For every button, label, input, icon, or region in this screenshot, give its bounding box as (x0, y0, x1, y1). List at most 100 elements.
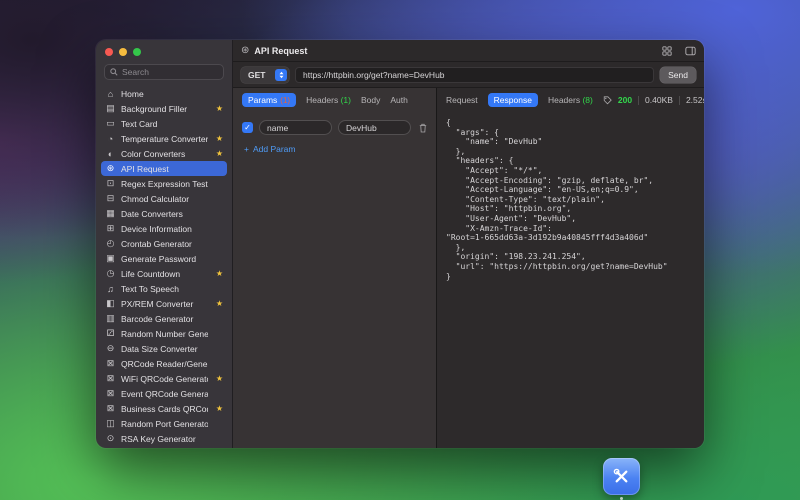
request-editor-pane: Params (1) Headers (1) Body Auth ✓ (233, 88, 436, 448)
zoom-window-button[interactable] (133, 48, 141, 56)
qrcode-icon: ⊠ (105, 358, 116, 369)
response-size: 0.40KB (645, 95, 673, 105)
search-field[interactable] (104, 64, 224, 80)
response-body[interactable]: { "args": { "name": "DevHub" }, "headers… (437, 112, 704, 448)
request-content: Params (1) Headers (1) Body Auth ✓ (233, 88, 704, 448)
sidebar-item-temperature-converter[interactable]: ◔Temperature Converter★ (101, 131, 227, 146)
sidebar-item-regex-expression-test[interactable]: ⊡Regex Expression Test (101, 176, 227, 191)
tab-request[interactable]: Request (446, 95, 478, 105)
qrcode-icon: ⊠ (105, 388, 116, 399)
tab-body[interactable]: Body (361, 95, 380, 105)
param-name-input[interactable] (267, 123, 324, 133)
regex-icon: ⊡ (105, 178, 116, 189)
sidebar-item-background-filler[interactable]: ▤Background Filler★ (101, 101, 227, 116)
calendar-icon: ▦ (105, 208, 116, 219)
params-count-badge: (1) (280, 96, 290, 105)
sidebar-item-text-card[interactable]: ▭Text Card (101, 116, 227, 131)
speech-icon: ♫ (105, 284, 116, 294)
toggle-sidebar-button[interactable] (685, 46, 696, 56)
sidebar-item-crontab-generator[interactable]: ◴Crontab Generator (101, 236, 227, 251)
sidebar-item-label: PX/REM Converter (121, 299, 208, 309)
network-icon: ⊛ (105, 163, 116, 174)
sidebar-item-label: Generate Password (121, 254, 208, 264)
sidebar-item-api-request[interactable]: ⊛ API Request (101, 161, 227, 176)
dice-icon: ⚂ (105, 328, 116, 339)
favorite-star-icon: ★ (213, 404, 223, 413)
close-window-button[interactable] (105, 48, 113, 56)
sidebar-item-event-qrcode-generator[interactable]: ⊠ Event QRCode Generator (101, 386, 227, 401)
send-button[interactable]: Send (660, 67, 696, 83)
app-window: ⌂Home ▤Background Filler★ ▭Text Card ◔Te… (96, 40, 704, 448)
sidebar-item-label: Color Converters (121, 149, 208, 159)
sidebar-item-label: Random Port Generator (121, 419, 208, 429)
sidebar-item-color-converters[interactable]: ◐ Color Converters ★ (101, 146, 227, 161)
tab-params[interactable]: Params (1) (242, 93, 296, 107)
sidebar-item-label: API Request (121, 164, 208, 174)
sidebar-item-label: Life Countdown (121, 269, 208, 279)
app-grid-button[interactable] (662, 46, 672, 56)
sidebar-item-random-port-generator[interactable]: ◫Random Port Generator (101, 416, 227, 431)
sidebar-item-label: Data Size Converter (121, 344, 208, 354)
divider (638, 96, 639, 105)
param-value-field[interactable] (338, 120, 411, 135)
sidebar-item-barcode-generator[interactable]: ▥Barcode Generator (101, 311, 227, 326)
sidebar-item-generate-password[interactable]: ▣ Generate Password (101, 251, 227, 266)
search-icon (110, 68, 118, 76)
add-param-button[interactable]: + Add Param (233, 139, 436, 159)
param-row: ✓ (233, 112, 436, 139)
tab-headers-label: Headers (306, 95, 338, 105)
favorite-star-icon: ★ (213, 104, 223, 113)
headers-count-badge: (1) (341, 95, 351, 105)
sidebar-item-text-to-speech[interactable]: ♫Text To Speech (101, 281, 227, 296)
tab-params-label: Params (248, 95, 277, 105)
sidebar-item-chmod-calculator[interactable]: ⊟Chmod Calculator (101, 191, 227, 206)
tab-response-headers[interactable]: Headers (8) (548, 95, 593, 105)
param-enabled-checkbox[interactable]: ✓ (242, 122, 253, 133)
qrcode-icon: ⊠ (105, 373, 116, 384)
password-icon: ▣ (105, 253, 116, 264)
param-name-field[interactable] (259, 120, 332, 135)
request-bar: GET Send (233, 62, 704, 88)
sidebar-item-date-converters[interactable]: ▦ Date Converters (101, 206, 227, 221)
status-code: 200 (618, 95, 632, 105)
sidebar-item-label: Home (121, 89, 208, 99)
tab-auth[interactable]: Auth (390, 95, 408, 105)
favorite-star-icon: ★ (213, 269, 223, 278)
search-input[interactable] (122, 67, 218, 77)
chmod-icon: ⊟ (105, 193, 116, 204)
param-value-input[interactable] (346, 123, 403, 133)
qrcode-icon: ⊠ (105, 403, 116, 414)
sidebar-item-random-number-generator[interactable]: ⚂Random Number Generator (101, 326, 227, 341)
clock-icon: ◴ (105, 238, 116, 249)
sidebar-item-rsa-key-generator[interactable]: ⊙RSA Key Generator (101, 431, 227, 446)
sidebar-item-label: WiFi QRCode Generator (121, 374, 208, 384)
devhub-dock-icon[interactable] (603, 458, 640, 495)
minimize-window-button[interactable] (119, 48, 127, 56)
favorite-star-icon: ★ (213, 134, 223, 143)
divider (679, 96, 680, 105)
sidebar-item-label: Event QRCode Generator (121, 389, 208, 399)
favorite-star-icon: ★ (213, 299, 223, 308)
method-select[interactable]: GET (241, 67, 289, 83)
request-tabs: Params (1) Headers (1) Body Auth (233, 88, 436, 112)
sidebar-item-qrcode-reader-generator[interactable]: ⊠ QRCode Reader/Generator (101, 356, 227, 371)
favorite-star-icon: ★ (213, 149, 223, 158)
tab-response[interactable]: Response (488, 93, 538, 107)
sidebar-item-px-rem-converter[interactable]: ◧PX/REM Converter★ (101, 296, 227, 311)
sidebar-item-label: Date Converters (121, 209, 208, 219)
image-icon: ▤ (105, 103, 116, 114)
delete-param-button[interactable] (419, 123, 427, 133)
sidebar-nav: ⌂Home ▤Background Filler★ ▭Text Card ◔Te… (96, 84, 232, 448)
sidebar-item-life-countdown[interactable]: ◷Life Countdown★ (101, 266, 227, 281)
url-field[interactable] (295, 67, 654, 83)
sidebar-item-home[interactable]: ⌂Home (101, 86, 227, 101)
sidebar-item-label: QRCode Reader/Generator (121, 359, 208, 369)
sidebar-item-business-cards-qrcode[interactable]: ⊠Business Cards QRCode...★ (101, 401, 227, 416)
palette-icon: ◐ (105, 149, 116, 159)
sidebar-item-data-size-converter[interactable]: ⊖Data Size Converter (101, 341, 227, 356)
sidebar-item-wifi-qrcode-generator[interactable]: ⊠WiFi QRCode Generator★ (101, 371, 227, 386)
window-title: API Request (254, 46, 649, 56)
sidebar-item-device-information[interactable]: ⊞Device Information (101, 221, 227, 236)
url-input[interactable] (303, 70, 646, 80)
tab-headers[interactable]: Headers (1) (306, 95, 351, 105)
